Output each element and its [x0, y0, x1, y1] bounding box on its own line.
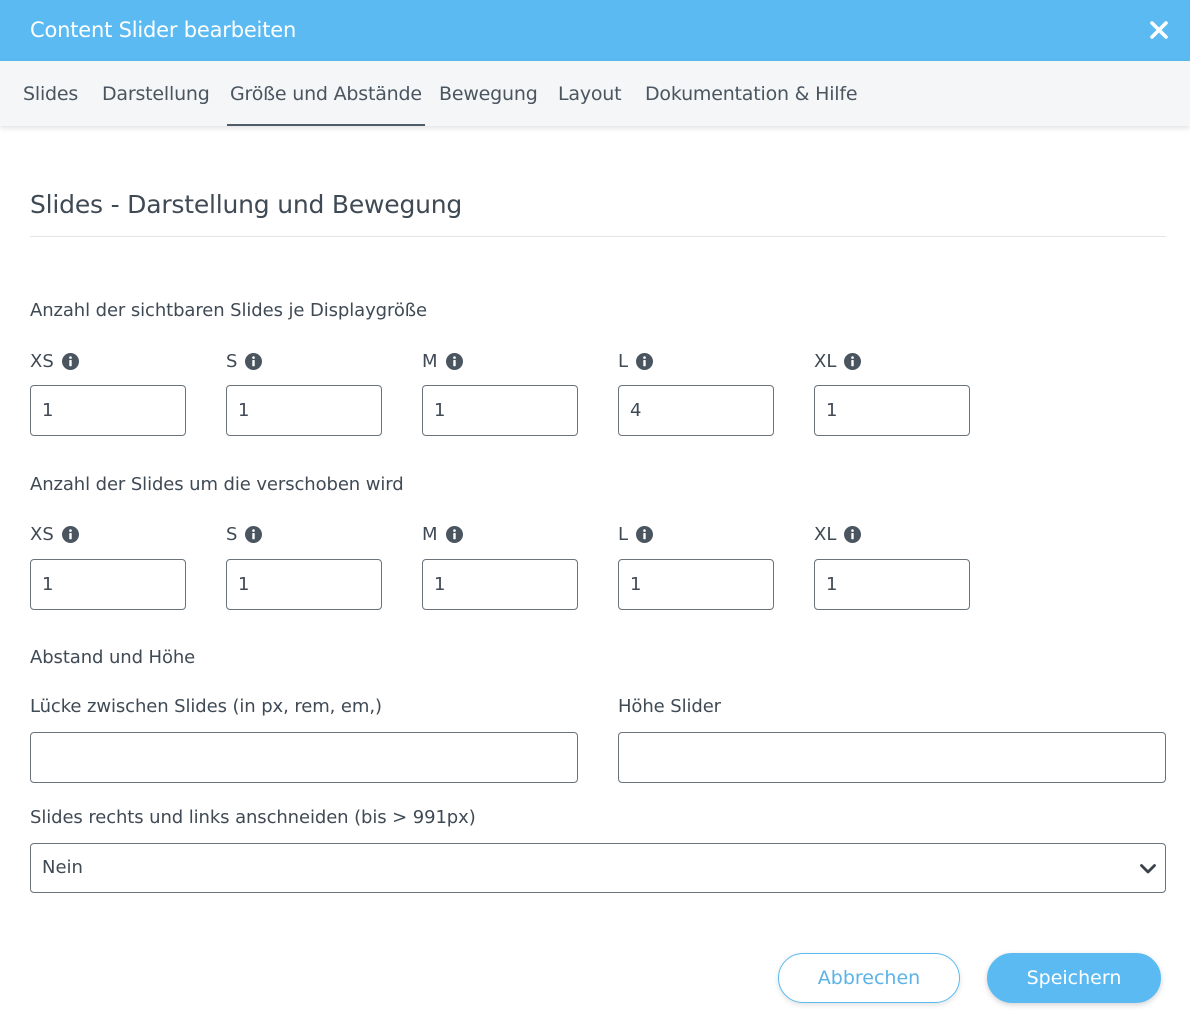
scroll-m-input[interactable]	[422, 559, 578, 610]
tab-bewegung[interactable]: Bewegung	[439, 61, 538, 126]
dialog-title: Content Slider bearbeiten	[30, 18, 297, 42]
visible-xs-input[interactable]	[30, 385, 186, 436]
tab-bar: Slides Darstellung Größe und Abstände Be…	[0, 61, 1190, 126]
spacing-label: Abstand und Höhe	[30, 647, 196, 668]
visible-l-label: L	[618, 349, 654, 373]
scroll-s-label: S	[226, 522, 263, 546]
visible-slides-label: Anzahl der sichtbaren Slides je Displayg…	[30, 300, 427, 321]
visible-xs-label: XS	[30, 349, 79, 373]
visible-m-label: M	[422, 349, 463, 373]
info-icon[interactable]	[636, 525, 654, 543]
height-label: Höhe Slider	[618, 696, 721, 717]
info-icon[interactable]	[844, 352, 862, 370]
info-icon[interactable]	[844, 525, 862, 543]
scroll-xs-input[interactable]	[30, 559, 186, 610]
scroll-xs-label: XS	[30, 522, 79, 546]
gap-label: Lücke zwischen Slides (in px, rem, em,)	[30, 696, 382, 717]
scroll-l-label: L	[618, 522, 654, 546]
scroll-slides-label: Anzahl der Slides um die verschoben wird	[30, 474, 404, 495]
info-icon[interactable]	[61, 525, 79, 543]
section-title: Slides - Darstellung und Bewegung	[30, 190, 463, 219]
visible-xl-input[interactable]	[814, 385, 970, 436]
crop-selected-value: Nein	[42, 857, 83, 878]
tab-slides[interactable]: Slides	[23, 61, 78, 126]
cancel-button[interactable]: Abbrechen	[778, 953, 960, 1003]
crop-label: Slides rechts und links anschneiden (bis…	[30, 807, 476, 828]
info-icon[interactable]	[445, 525, 463, 543]
info-icon[interactable]	[445, 352, 463, 370]
tab-dokumentation-hilfe[interactable]: Dokumentation & Hilfe	[645, 61, 858, 126]
info-icon[interactable]	[636, 352, 654, 370]
scroll-xl-label: XL	[814, 522, 862, 546]
tab-darstellung[interactable]: Darstellung	[102, 61, 210, 126]
scroll-xl-input[interactable]	[814, 559, 970, 610]
info-icon[interactable]	[61, 352, 79, 370]
scroll-s-input[interactable]	[226, 559, 382, 610]
tab-layout[interactable]: Layout	[558, 61, 622, 126]
visible-s-input[interactable]	[226, 385, 382, 436]
visible-s-label: S	[226, 349, 263, 373]
gap-input[interactable]	[30, 732, 578, 783]
save-button[interactable]: Speichern	[987, 953, 1161, 1003]
chevron-down-icon	[1139, 860, 1157, 878]
crop-select[interactable]: Nein	[30, 843, 1166, 893]
visible-m-input[interactable]	[422, 385, 578, 436]
visible-l-input[interactable]	[618, 385, 774, 436]
info-icon[interactable]	[245, 525, 263, 543]
height-input[interactable]	[618, 732, 1166, 783]
dialog-header: Content Slider bearbeiten	[0, 0, 1190, 61]
scroll-l-input[interactable]	[618, 559, 774, 610]
visible-xl-label: XL	[814, 349, 862, 373]
scroll-m-label: M	[422, 522, 463, 546]
info-icon[interactable]	[245, 352, 263, 370]
close-icon[interactable]	[1148, 19, 1170, 41]
section-divider	[30, 236, 1166, 237]
tab-groesse-und-abstaende[interactable]: Größe und Abstände	[227, 61, 425, 126]
